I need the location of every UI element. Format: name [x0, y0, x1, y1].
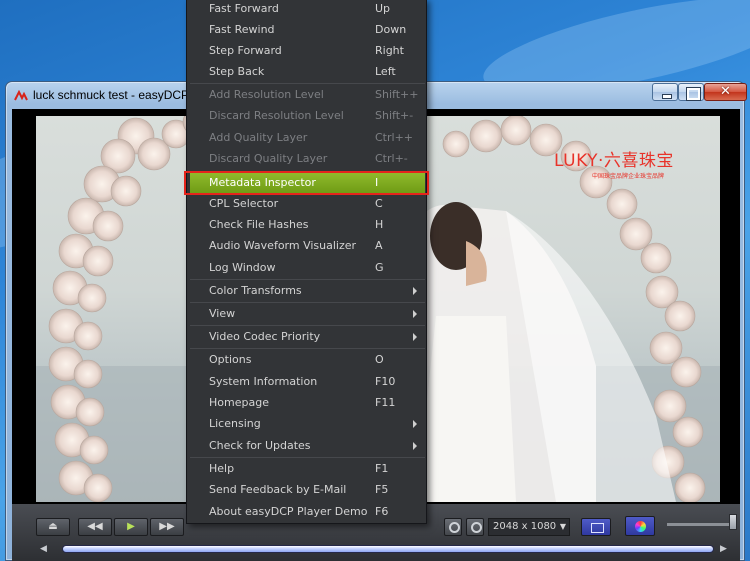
menu-separator: [190, 325, 425, 326]
menu-separator: [190, 83, 425, 84]
brand-tagline: 中国珠宝品牌企业珠宝品牌: [592, 173, 665, 180]
context-menu: Fast Forward Up Fast Rewind Down Step Forw…: [186, 0, 427, 524]
zoom-in-button[interactable]: [466, 518, 484, 536]
menu-item-discard-quality-layer: Discard Quality Layer Ctrl+-: [209, 152, 408, 165]
maximize-button[interactable]: [678, 83, 704, 101]
menu-item-help[interactable]: Help F1: [190, 459, 425, 480]
eject-button[interactable]: ⏏: [36, 518, 70, 536]
menu-separator: [190, 279, 425, 280]
window-title: luck schmuck test - easyDCP P: [33, 88, 201, 102]
menu-item-step-back[interactable]: Step Back Left: [190, 62, 425, 83]
resolution-value: 2048 x 1080: [493, 521, 557, 532]
minimize-icon: [653, 84, 677, 100]
menu-separator: [190, 302, 425, 303]
menu-item-system-information[interactable]: System Information F10: [190, 372, 425, 393]
menu-item-about[interactable]: About easyDCP Player Demo F6: [190, 502, 425, 523]
menu-item-check-for-updates[interactable]: Check for Updates: [190, 436, 425, 457]
menu-item-view[interactable]: View: [190, 304, 425, 325]
play-button[interactable]: ▶: [114, 518, 148, 536]
menu-item-options[interactable]: Options O: [190, 350, 425, 371]
volume-slider[interactable]: [667, 523, 735, 526]
menu-item-video-codec-priority[interactable]: Video Codec Priority: [190, 327, 425, 348]
close-button[interactable]: ✕: [704, 83, 747, 101]
submenu-arrow-icon: [413, 310, 417, 318]
volume-slider-thumb[interactable]: [729, 514, 737, 530]
submenu-arrow-icon: [413, 420, 417, 428]
easydcp-app-icon: [14, 90, 28, 101]
menu-item-homepage[interactable]: Homepage F11: [190, 393, 425, 414]
menu-item-discard-resolution-level: Discard Resolution Level Shift+-: [209, 109, 414, 122]
menu-item-fast-forward[interactable]: Fast Forward Up: [190, 0, 425, 20]
menu-separator: [190, 348, 425, 349]
menu-item-add-quality-layer: Add Quality Layer Ctrl++: [209, 131, 414, 144]
menu-item-check-file-hashes[interactable]: Check File Hashes H: [190, 215, 425, 236]
menu-item-color-transforms[interactable]: Color Transforms: [190, 281, 425, 302]
skip-to-end-icon[interactable]: ▶: [720, 543, 732, 555]
chevron-down-icon[interactable]: ▼: [556, 518, 570, 536]
submenu-arrow-icon: [413, 442, 417, 450]
aspect-ratio-button[interactable]: [581, 518, 611, 536]
brand-logo: LUKY·六喜珠宝: [554, 151, 674, 171]
zoom-out-button[interactable]: [444, 518, 462, 536]
fast-forward-button[interactable]: ▶▶: [150, 518, 184, 536]
menu-item-add-resolution-level: Add Resolution Level Shift++: [209, 88, 419, 101]
menu-item-send-feedback[interactable]: Send Feedback by E-Mail F5: [190, 480, 425, 501]
maximize-icon: [679, 84, 703, 101]
color-wheel-button[interactable]: [625, 516, 655, 536]
menu-item-cpl-selector[interactable]: CPL Selector C: [190, 194, 425, 215]
menu-item-audio-waveform-visualizer[interactable]: Audio Waveform Visualizer A: [190, 236, 425, 257]
submenu-arrow-icon: [413, 333, 417, 341]
rewind-button[interactable]: ◀◀: [78, 518, 112, 536]
skip-to-start-icon[interactable]: ◀: [40, 543, 52, 555]
seek-bar[interactable]: [62, 545, 714, 553]
menu-item-step-forward[interactable]: Step Forward Right: [190, 41, 425, 62]
menu-separator: [190, 457, 425, 458]
menu-item-metadata-inspector[interactable]: Metadata Inspector I: [190, 173, 425, 194]
menu-item-fast-rewind[interactable]: Fast Rewind Down: [190, 20, 425, 41]
submenu-arrow-icon: [413, 287, 417, 295]
menu-item-log-window[interactable]: Log Window G: [190, 258, 425, 279]
close-icon: ✕: [720, 84, 731, 99]
menu-item-licensing[interactable]: Licensing: [190, 414, 425, 435]
minimize-button[interactable]: [652, 83, 678, 101]
